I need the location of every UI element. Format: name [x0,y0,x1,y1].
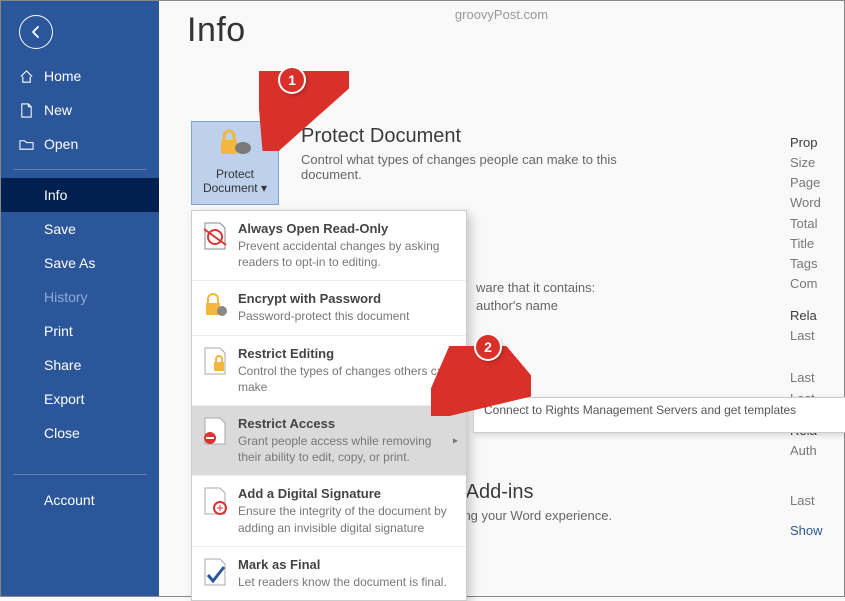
sidebar-item-label: Save As [44,255,95,271]
protect-document-menu: Always Open Read-Only Prevent accidental… [191,210,467,601]
sidebar-item-label: Open [44,136,78,152]
prop-last-modified: Last [790,326,842,346]
submenu-indicator-icon: ▸ [453,435,458,446]
menu-item-desc: Password-protect this document [238,308,454,324]
prop-tags: Tags [790,254,842,274]
menu-restrict-access[interactable]: Restrict Access Grant people access whil… [192,405,466,475]
home-icon [19,69,34,84]
prop-comments: Com [790,274,842,294]
menu-item-desc: Let readers know the document is final. [238,574,454,590]
sidebar-item-print[interactable]: Print [1,314,159,348]
sidebar-item-label: Print [44,323,73,339]
annotation-arrow-1 [259,71,349,151]
tile-label-line1: Protect [216,167,254,181]
prop-last-created: Last [790,368,842,388]
sidebar-item-account[interactable]: Account [1,483,159,517]
restrict-editing-icon [202,346,228,376]
show-all-properties-link[interactable]: Show [790,521,842,541]
sidebar-separator [13,169,147,170]
sidebar-item-share[interactable]: Share [1,348,159,382]
back-button[interactable] [19,15,53,49]
sidebar-item-save-as[interactable]: Save As [1,246,159,280]
sidebar-item-label: Share [44,357,81,373]
menu-item-title: Mark as Final [238,557,454,572]
properties-panel: Prop Size Page Word Total Title Tags Com… [790,133,842,541]
sidebar-item-save[interactable]: Save [1,212,159,246]
menu-item-desc: Ensure the integrity of the document by … [238,503,454,535]
prop-title: Title [790,234,842,254]
sidebar-separator [13,474,147,475]
menu-item-desc: Prevent accidental changes by asking rea… [238,238,454,270]
bg-text-aware: ware that it contains: [476,280,595,295]
prop-size: Size [790,153,842,173]
section-description: Control what types of changes people can… [301,152,681,182]
tile-label-line2: Document [203,181,258,195]
sidebar-item-label: New [44,102,72,118]
sidebar-item-home[interactable]: Home [1,59,159,93]
menu-item-title: Add a Digital Signature [238,486,454,501]
menu-add-digital-signature[interactable]: Add a Digital Signature Ensure the integ… [192,475,466,545]
menu-restrict-editing[interactable]: Restrict Editing Control the types of ch… [192,335,466,405]
sidebar-item-close[interactable]: Close [1,416,159,450]
prop-words: Word [790,193,842,213]
shield-lock-icon [217,128,253,158]
chevron-down-icon: ▾ [261,181,267,195]
lock-key-icon [202,291,228,321]
prop-total: Total [790,214,842,234]
sidebar-item-label: Info [44,187,67,203]
related-dates-header: Rela [790,306,842,326]
annotation-badge-1: 1 [280,68,304,92]
prop-author: Auth [790,441,842,461]
sidebar-item-label: Export [44,391,84,407]
menu-item-title: Always Open Read-Only [238,221,454,236]
sidebar-item-label: Home [44,68,81,84]
sidebar-item-label: History [44,289,88,305]
sidebar-item-history: History [1,280,159,314]
annotation-badge-2: 2 [476,335,500,359]
protect-document-heading: Protect Document Control what types of c… [301,125,681,182]
back-arrow-icon [28,24,44,40]
menu-mark-as-final[interactable]: Mark as Final Let readers know the docum… [192,546,466,600]
menu-item-desc: Control the types of changes others can … [238,363,454,395]
sidebar-item-open[interactable]: Open [1,127,159,161]
sidebar-item-export[interactable]: Export [1,382,159,416]
sidebar-item-new[interactable]: New [1,93,159,127]
prop-pages: Page [790,173,842,193]
sidebar-item-info[interactable]: Info [1,178,159,212]
readonly-icon [202,221,228,251]
sidebar-item-label: Account [44,492,95,508]
menu-item-desc: Grant people access while removing their… [238,433,454,465]
signature-icon [202,486,228,516]
menu-item-title: Restrict Editing [238,346,454,361]
backstage-sidebar: Home New Open Info Save Save As History … [1,1,159,596]
prop-last-modified-by: Last [790,491,842,511]
bg-text-author: author's name [476,298,558,313]
menu-item-title: Restrict Access [238,416,454,431]
newdoc-icon [19,103,34,118]
mark-final-icon [202,557,228,587]
properties-header: Prop [790,133,842,153]
sidebar-item-label: Save [44,221,76,237]
menu-always-open-read-only[interactable]: Always Open Read-Only Prevent accidental… [192,211,466,280]
section-title: Protect Document [301,125,681,148]
open-icon [19,137,34,152]
watermark: groovyPost.com [455,7,548,22]
menu-item-title: Encrypt with Password [238,291,454,306]
menu-encrypt-with-password[interactable]: Encrypt with Password Password-protect t… [192,280,466,334]
sidebar-item-label: Close [44,425,80,441]
restrict-access-icon [202,416,228,446]
